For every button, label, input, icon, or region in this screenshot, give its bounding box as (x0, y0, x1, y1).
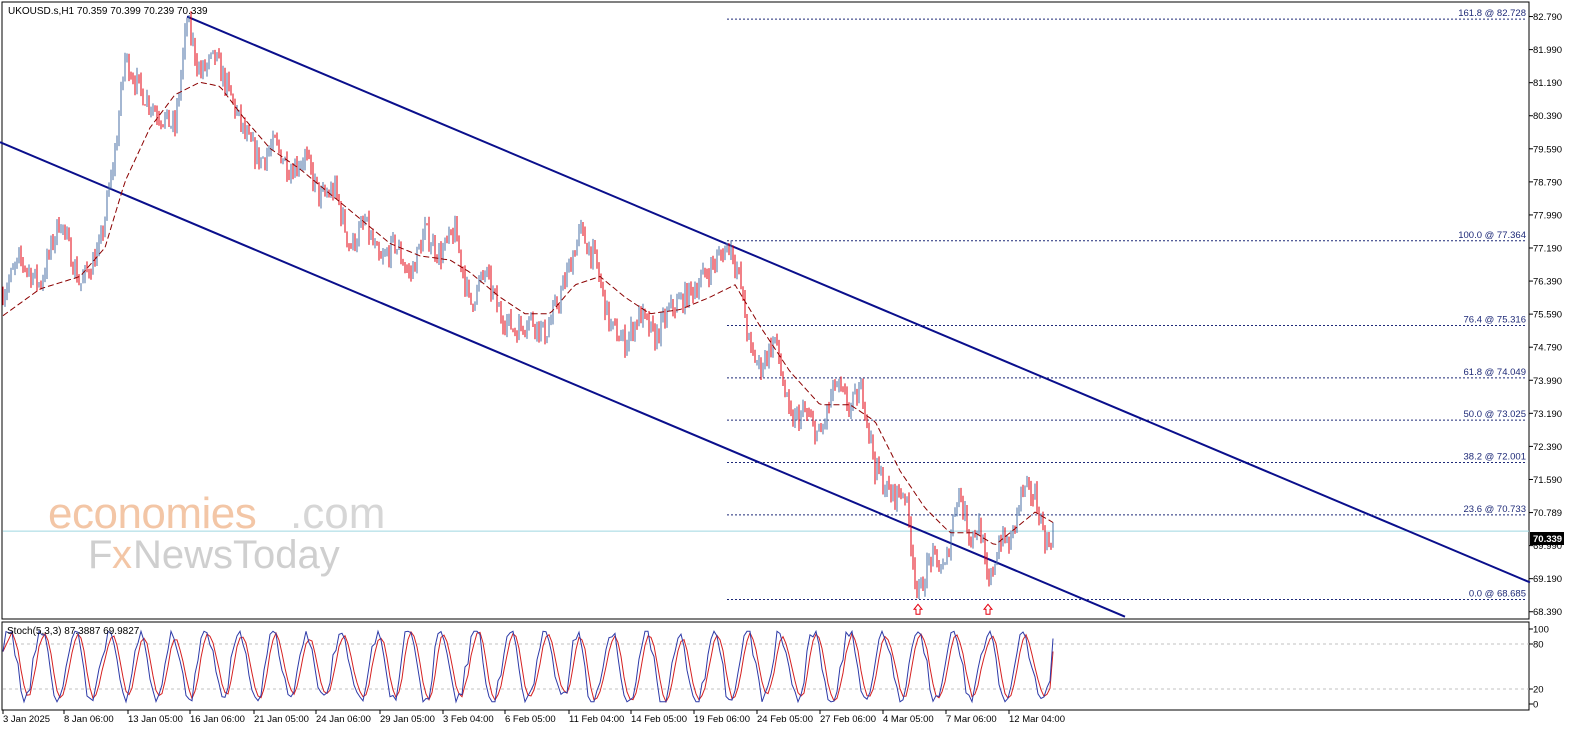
price-tick-label: 72.390 (1533, 442, 1562, 453)
fib-label-5: 38.2 @ 72.001 (1464, 451, 1526, 462)
time-tick-label: 11 Feb 04:00 (569, 714, 624, 725)
time-tick-label: 19 Feb 06:00 (694, 714, 750, 725)
current-price-value: 70.339 (1533, 534, 1562, 545)
stoch-tick-label: 0 (1533, 700, 1538, 711)
time-tick-label: 3 Jan 2025 (3, 714, 50, 725)
watermark-newstoday: NewsToday (133, 533, 340, 577)
stochastic-label: Stoch(5,3,3) 87.3887 69.9827 (7, 626, 140, 637)
fib-label-0: 161.8 @ 82.728 (1458, 8, 1526, 19)
time-tick-label: 24 Feb 05:00 (757, 714, 813, 725)
price-tick-label: 80.390 (1533, 111, 1562, 122)
fib-label-7: 0.0 @ 68.685 (1469, 589, 1526, 600)
price-tick-label: 82.790 (1533, 12, 1562, 23)
watermark-x: x (112, 533, 132, 577)
stoch-tick-label: 20 (1533, 685, 1544, 696)
price-tick-label: 77.190 (1533, 244, 1562, 255)
stochastic-panel-frame (1, 621, 1530, 711)
time-tick-label: 6 Feb 05:00 (505, 714, 556, 725)
stoch-tick-label: 100 (1533, 625, 1549, 636)
price-tick-label: 75.590 (1533, 310, 1562, 321)
price-tick-label: 73.190 (1533, 409, 1562, 420)
time-tick-label: 4 Mar 05:00 (883, 714, 934, 725)
price-tick-label: 68.390 (1533, 607, 1562, 618)
price-tick-label: 79.590 (1533, 144, 1562, 155)
watermark: economies .com F x NewsToday (48, 489, 385, 577)
price-axis: 82.790 81.990 81.190 80.390 79.590 78.790 77.9… (1529, 12, 1562, 618)
time-tick-label: 24 Jan 06:00 (316, 714, 371, 725)
time-tick-label: 14 Feb 05:00 (631, 714, 687, 725)
fib-label-1: 100.0 @ 77.364 (1458, 230, 1526, 241)
stoch-tick-label: 80 (1533, 640, 1544, 651)
price-tick-label: 77.990 (1533, 210, 1562, 221)
fib-label-3: 61.8 @ 74.049 (1464, 367, 1526, 378)
time-tick-label: 21 Jan 05:00 (254, 714, 309, 725)
watermark-brand: economies (48, 489, 256, 538)
price-tick-label: 69.190 (1533, 574, 1562, 585)
price-tick-label: 81.190 (1533, 78, 1562, 89)
time-tick-label: 13 Jan 05:00 (128, 714, 183, 725)
fib-label-2: 76.4 @ 75.316 (1464, 314, 1526, 325)
time-tick-label: 12 Mar 04:00 (1009, 714, 1065, 725)
fib-label-4: 50.0 @ 73.025 (1464, 409, 1526, 420)
stochastic-axis: 100 80 20 0 (1529, 625, 1549, 711)
price-tick-label: 81.990 (1533, 45, 1562, 56)
watermark-suffix: .com (290, 489, 385, 538)
price-tick-label: 74.790 (1533, 343, 1562, 354)
time-tick-label: 16 Jan 06:00 (190, 714, 245, 725)
time-tick-label: 8 Jan 06:00 (64, 714, 114, 725)
price-tick-label: 70.789 (1533, 508, 1562, 519)
time-tick-label: 27 Feb 06:00 (820, 714, 876, 725)
price-tick-label: 78.790 (1533, 177, 1562, 188)
trading-chart[interactable]: economies .com F x NewsToday 161.8 @ 82.… (0, 0, 1596, 743)
time-tick-label: 29 Jan 05:00 (380, 714, 435, 725)
price-tick-label: 71.590 (1533, 475, 1562, 486)
time-tick-label: 7 Mar 06:00 (946, 714, 997, 725)
price-tick-label: 76.390 (1533, 277, 1562, 288)
time-axis: 3 Jan 2025 8 Jan 06:00 13 Jan 05:00 16 Jan … (2, 710, 1065, 725)
price-tick-label: 73.990 (1533, 376, 1562, 387)
chart-title: UKOUSD.s,H1 70.359 70.399 70.239 70.339 (8, 6, 208, 17)
time-tick-label: 3 Feb 04:00 (443, 714, 494, 725)
watermark-f: F (88, 533, 112, 577)
chart-canvas[interactable]: economies .com F x NewsToday 161.8 @ 82.… (0, 0, 1596, 743)
fib-label-6: 23.6 @ 70.733 (1464, 504, 1526, 515)
